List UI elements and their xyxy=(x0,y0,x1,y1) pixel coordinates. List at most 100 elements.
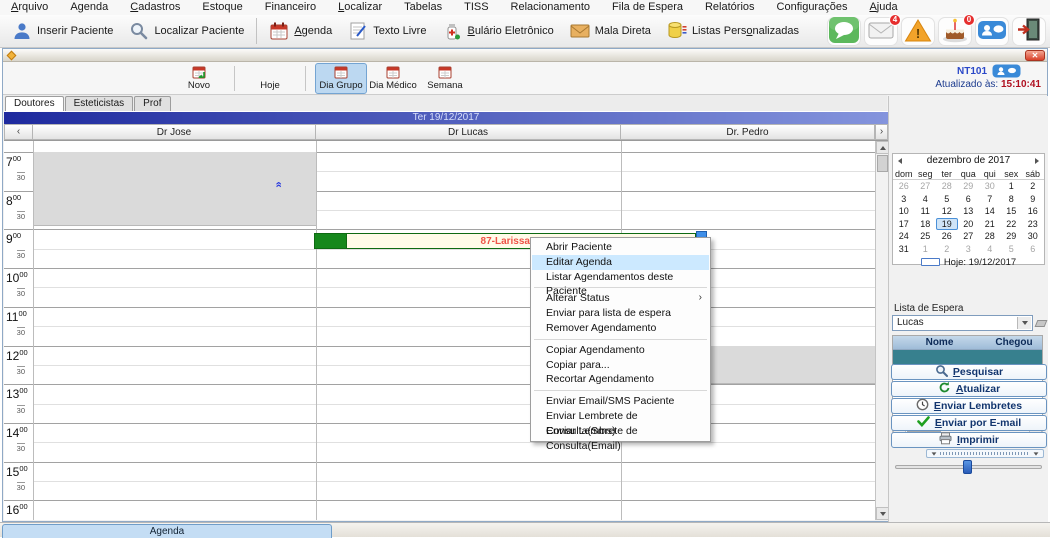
calendar-day[interactable]: 29 xyxy=(1001,230,1023,243)
atualizar-button[interactable]: Atualizar xyxy=(891,381,1047,397)
calendar-day[interactable]: 6 xyxy=(958,193,980,206)
context-menu-item-enviar-email-sms-paciente[interactable]: Enviar Email/SMS Paciente xyxy=(532,394,709,409)
context-menu-item-copiar-para[interactable]: Copiar para... xyxy=(532,358,709,373)
status-button-birthday[interactable]: 0 xyxy=(938,14,975,46)
calendar-day[interactable]: 21 xyxy=(979,218,1001,231)
toolbar-button-texto-livre[interactable]: Texto Livre xyxy=(340,16,434,46)
calendar-day[interactable]: 16 xyxy=(1022,205,1044,218)
calendar-day[interactable]: 24 xyxy=(893,230,915,243)
calendar-day[interactable]: 29 xyxy=(958,180,980,193)
status-button-exit[interactable] xyxy=(1012,17,1046,46)
taskbar-tab-agenda[interactable]: Agenda xyxy=(2,524,332,538)
menu-item-configuracoes[interactable]: Configurações xyxy=(766,0,859,15)
calendar-day[interactable]: 5 xyxy=(936,193,958,206)
chevron-down-icon[interactable] xyxy=(1017,317,1031,329)
calendar-day[interactable]: 10 xyxy=(893,205,915,218)
calendar-day[interactable]: 12 xyxy=(936,205,958,218)
calendar-day[interactable]: 14 xyxy=(979,205,1001,218)
calendar-day[interactable]: 4 xyxy=(915,193,937,206)
context-menu-item-alterar-status[interactable]: Alterar Status › xyxy=(532,291,709,306)
next-column-button[interactable]: › xyxy=(875,124,888,140)
toolbar-button-agenda[interactable]: Agenda xyxy=(261,16,340,46)
context-menu-item-editar-agenda[interactable]: Editar Agenda xyxy=(532,254,709,270)
status-button-alert[interactable]: ! xyxy=(901,17,935,46)
calendar-next-button[interactable] xyxy=(1035,158,1039,164)
toolbar-button-localizar-paciente[interactable]: Localizar Paciente xyxy=(121,16,252,46)
calendar-day[interactable]: 2 xyxy=(1022,180,1044,193)
vertical-scrollbar[interactable] xyxy=(875,141,888,520)
scroll-up-icon[interactable] xyxy=(876,141,888,154)
toolbar-button-bulario-eletronico[interactable]: Bulário Eletrônico xyxy=(434,16,561,46)
calendar-day[interactable]: 7 xyxy=(979,193,1001,206)
calendar-day[interactable]: 1 xyxy=(915,243,937,256)
slider-thumb[interactable] xyxy=(963,460,972,474)
novo-button[interactable]: Novo xyxy=(173,63,225,94)
tab-esteticistas[interactable]: Esteticistas xyxy=(64,96,134,111)
menu-item-ajuda[interactable]: Ajuda xyxy=(858,0,908,15)
menu-item-tiss[interactable]: TISS xyxy=(453,0,499,15)
calendar-day[interactable]: 31 xyxy=(893,243,915,256)
context-menu-item-enviar-lembrete-de-consulta-sms[interactable]: Enviar Lembrete de Consulta(Sms) xyxy=(532,409,709,437)
menu-item-relacionamento[interactable]: Relacionamento xyxy=(500,0,602,15)
calendar-day[interactable]: 15 xyxy=(1001,205,1023,218)
calendar-day-selected[interactable]: 19 xyxy=(936,217,958,230)
calendar-day[interactable]: 27 xyxy=(915,180,937,193)
status-button-chat[interactable] xyxy=(827,16,861,46)
context-menu-item-listar-agendamentos-deste-paciente[interactable]: Listar Agendamentos deste Paciente xyxy=(532,270,709,298)
prev-column-button[interactable]: ‹ xyxy=(4,124,33,140)
wait-list-column-nome[interactable]: Nome xyxy=(893,336,986,349)
semana-button[interactable]: Semana xyxy=(419,63,471,94)
context-menu-item-enviar-para-lista-de-espera[interactable]: Enviar para lista de espera xyxy=(532,306,709,321)
calendar-day[interactable]: 17 xyxy=(893,218,915,231)
calendar-day[interactable]: 25 xyxy=(915,230,937,243)
status-button-contacts[interactable] xyxy=(975,17,1009,46)
tab-doutores[interactable]: Doutores xyxy=(5,96,64,111)
context-menu-item-recortar-agendamento[interactable]: Recortar Agendamento xyxy=(532,372,709,387)
menu-item-fila-de-espera[interactable]: Fila de Espera xyxy=(601,0,694,15)
calendar-day[interactable]: 3 xyxy=(893,193,915,206)
calendar-day[interactable]: 22 xyxy=(1001,218,1023,231)
toolbar-button-listas-personalizadas[interactable]: Listas Personalizadas xyxy=(659,16,807,46)
enviar-por-e-mail-button[interactable]: Enviar por E-mail xyxy=(891,415,1047,431)
menu-item-estoque[interactable]: Estoque xyxy=(191,0,253,15)
menu-item-relatorios[interactable]: Relatórios xyxy=(694,0,766,15)
imprimir-button[interactable]: Imprimir xyxy=(891,432,1047,448)
status-button-mail[interactable]: 4 xyxy=(864,14,901,46)
pesquisar-button[interactable]: Pesquisar xyxy=(891,364,1047,380)
calendar-prev-button[interactable] xyxy=(898,158,902,164)
vscroll-thumb[interactable] xyxy=(877,155,888,172)
menu-item-cadastros[interactable]: Cadastros xyxy=(119,0,191,15)
enviar-lembretes-button[interactable]: Enviar Lembretes xyxy=(891,398,1047,414)
calendar-day[interactable]: 28 xyxy=(936,180,958,193)
hoje-button[interactable]: Hoje xyxy=(244,63,296,94)
calendar-day[interactable]: 28 xyxy=(979,230,1001,243)
calendar-day[interactable]: 4 xyxy=(979,243,1001,256)
calendar-day[interactable]: 26 xyxy=(893,180,915,193)
menu-item-tabelas[interactable]: Tabelas xyxy=(393,0,453,15)
calendar-day[interactable]: 5 xyxy=(1001,243,1023,256)
wait-list-select[interactable]: Lucas xyxy=(892,315,1033,331)
context-menu-item-abrir-paciente[interactable]: Abrir Paciente xyxy=(532,240,709,255)
expand-up-icon[interactable]: « xyxy=(273,181,285,186)
dia-medico-button[interactable]: Dia Médico xyxy=(367,63,419,94)
calendar-day[interactable]: 3 xyxy=(958,243,980,256)
calendar-day[interactable]: 11 xyxy=(915,205,937,218)
wait-list-selected-row[interactable] xyxy=(893,350,1042,364)
toolbar-button-inserir-paciente[interactable]: Inserir Paciente xyxy=(4,16,121,46)
calendar-day[interactable]: 20 xyxy=(958,218,980,231)
calendar-day[interactable]: 23 xyxy=(1022,218,1044,231)
clear-list-icon[interactable] xyxy=(1034,320,1048,327)
calendar-day[interactable]: 30 xyxy=(1022,230,1044,243)
menu-item-agenda[interactable]: Agenda xyxy=(59,0,119,15)
toolbar-button-mala-direta[interactable]: Mala Direta xyxy=(562,16,659,46)
context-menu-item-copiar-agendamento[interactable]: Copiar Agendamento xyxy=(532,343,709,358)
context-menu-item-remover-agendamento[interactable]: Remover Agendamento xyxy=(532,321,709,336)
calendar-day[interactable]: 18 xyxy=(915,218,937,231)
dia-grupo-button[interactable]: Dia Grupo xyxy=(315,63,367,94)
menu-item-localizar[interactable]: Localizar xyxy=(327,0,393,15)
calendar-day[interactable]: 26 xyxy=(936,230,958,243)
calendar-day[interactable]: 2 xyxy=(936,243,958,256)
calendar-day[interactable]: 6 xyxy=(1022,243,1044,256)
calendar-day[interactable]: 1 xyxy=(1001,180,1023,193)
menu-item-arquivo[interactable]: Arquivo xyxy=(0,0,59,15)
